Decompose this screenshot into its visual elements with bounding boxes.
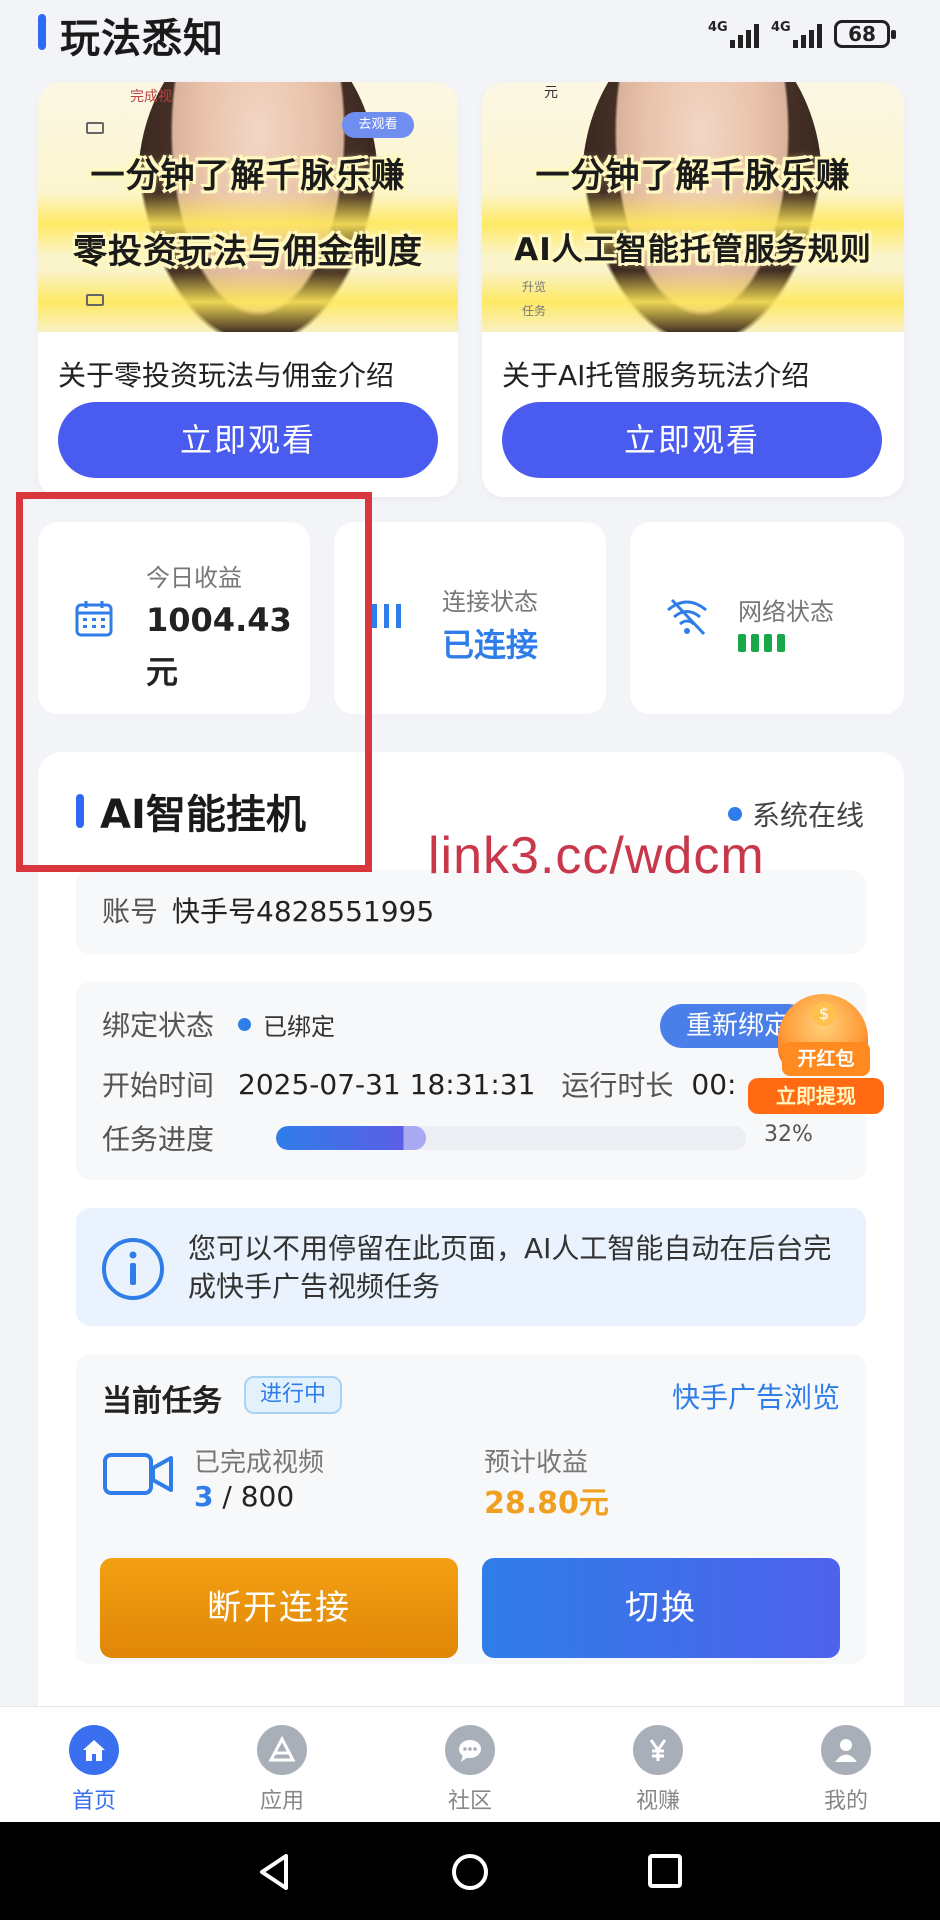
video-camera-icon [102,1450,174,1502]
task-source-link[interactable]: 快手广告浏览 [672,1376,840,1416]
network-status-card: 网络状态 [630,522,904,714]
network-strength-bars [738,634,785,652]
bottom-nav: 首页 应用 社区 视赚 我的 [0,1706,940,1822]
home-circle-icon[interactable] [450,1852,490,1896]
nav-item-community[interactable]: 社区 [376,1707,564,1822]
task-state-badge: 进行中 [244,1376,343,1414]
info-notice: 您可以不用停留在此页面，AI人工智能自动在后台完成快手广告视频任务 [76,1208,866,1326]
video-thumbnail[interactable]: 元 升览 任务 一分钟了解千脉乐赚 AI人工智能托管服务规则 [482,82,904,332]
red-packet-widget[interactable]: 开红包 立即提现 [744,994,890,1122]
network-status-label: 网络状态 [738,598,834,626]
user-icon [821,1725,871,1775]
account-value: 快手号4828551995 [172,895,435,928]
wifi-off-icon [664,594,710,644]
start-time-row: 开始时间 2025-07-31 18:31:31 运行时长 00: [102,1067,737,1103]
chat-icon [445,1725,495,1775]
nav-item-apps[interactable]: 应用 [188,1707,376,1822]
recents-icon[interactable] [646,1852,684,1894]
start-time-value: 2025-07-31 18:31:31 [238,1067,536,1101]
video-thumbnail[interactable]: 完成视 去观看 一分钟了解千脉乐赚 零投资玩法与佣金制度 [38,82,458,332]
bound-dot-icon [238,1017,252,1031]
camera-icon [86,294,104,306]
video-caption: 一分钟了解千脉乐赚 [90,156,406,196]
signal-icon: 4G [708,20,759,48]
watch-now-button[interactable]: 立即观看 [502,402,882,478]
video-description: 关于AI托管服务玩法介绍 [502,359,810,392]
system-navigation-bar [0,1822,940,1920]
highlight-box [16,492,372,872]
status-dot-icon [727,807,742,821]
nav-item-profile[interactable]: 我的 [752,1707,940,1822]
video-caption: 零投资玩法与佣金制度 [73,232,423,272]
runtime-value: 00: [691,1067,737,1101]
current-task-label: 当前任务 [102,1384,222,1419]
bind-status-row: 绑定状态 已绑定 [102,1004,335,1044]
connection-status-value: 已连接 [442,626,539,664]
watch-now-button[interactable]: 立即观看 [58,402,438,478]
battery-icon: 68 [834,20,896,48]
disconnect-button[interactable]: 断开连接 [100,1558,458,1658]
signal-icon: 4G [771,20,822,48]
header: 玩法悉知 4G 4G 68 [0,0,940,70]
completed-videos-label: 已完成视频 [194,1448,325,1478]
progress-row: 任务进度 [102,1123,215,1156]
account-label: 账号 [102,895,159,928]
progress-percent: 32% [764,1122,813,1147]
progress-fill [276,1126,427,1150]
video-card-ai-hosting[interactable]: 元 升览 任务 一分钟了解千脉乐赚 AI人工智能托管服务规则 关于AI托管服务玩… [482,82,904,497]
page-title: 玩法悉知 [60,16,224,62]
video-card-commission[interactable]: 完成视 去观看 一分钟了解千脉乐赚 零投资玩法与佣金制度 关于零投资玩法与佣金介… [38,82,458,497]
status-bar: 4G 4G 68 [708,20,896,48]
current-task-card: 当前任务 进行中 快手广告浏览 已完成视频 3 / 800 预计收益 28.80… [76,1354,866,1664]
estimated-income-value: 28.80元 [484,1486,609,1521]
title-accent-bar [38,14,46,50]
notice-text: 您可以不用停留在此页面，AI人工智能自动在后台完成快手广告视频任务 [188,1232,832,1303]
home-icon [69,1725,119,1775]
nav-item-video-earn[interactable]: 视赚 [564,1707,752,1822]
connection-status-label: 连接状态 [442,588,538,616]
completed-videos-value: 3 / 800 [194,1480,295,1513]
ai-hangup-panel: AI智能挂机 系统在线 账号 快手号4828551995 绑定状态 已绑定 重新绑… [38,752,904,1752]
connection-status-card: 连接状态 已连接 [334,522,606,714]
back-icon[interactable] [256,1852,292,1896]
nav-item-home[interactable]: 首页 [0,1707,188,1822]
task-progress-bar [276,1126,746,1150]
switch-button[interactable]: 切换 [482,1558,840,1658]
apps-icon [257,1725,307,1775]
yuan-icon [633,1725,683,1775]
video-caption: AI人工智能托管服务规则 [514,232,872,268]
connection-bars-icon [370,598,406,638]
info-icon [100,1236,166,1306]
estimated-income-label: 预计收益 [484,1448,589,1478]
watermark-text: link3.cc/wdcm [428,827,765,885]
video-description: 关于零投资玩法与佣金介绍 [58,359,395,392]
bind-status-value: 已绑定 [263,1012,336,1041]
camera-icon [86,122,104,134]
video-caption: 一分钟了解千脉乐赚 [535,156,851,196]
